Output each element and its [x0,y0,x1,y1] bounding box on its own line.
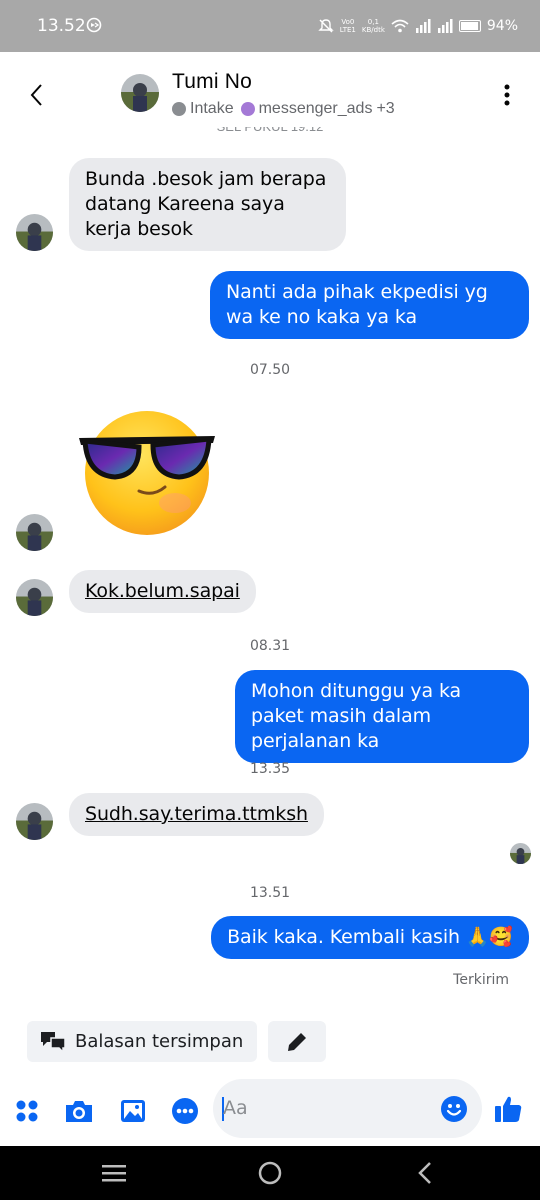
avatar-photo [16,803,53,840]
edit-button[interactable] [268,1021,326,1062]
pencil-icon [288,1032,306,1051]
contact-name[interactable]: Tumi No [172,70,252,94]
network-line1: Vo0 [341,18,355,26]
message-text[interactable]: Sudh.say.terima.ttmksh [85,803,308,825]
message-outgoing[interactable]: Mohon ditunggu ya ka paket masih dalam p… [235,670,529,763]
avatar-photo [510,843,531,864]
gallery-button[interactable] [118,1096,148,1126]
sync-icon [86,17,102,33]
avatar-photo [16,214,53,251]
sender-avatar[interactable] [16,214,53,251]
avatar-photo [16,579,53,616]
camera-icon [66,1101,92,1122]
message-text: Mohon ditunggu ya ka paket masih dalam p… [251,680,462,752]
sunglasses-emoji-sticker[interactable] [77,403,217,538]
tag-messenger-ads: messenger_ads [258,100,373,117]
avatar-photo [121,74,159,112]
network-speed: 0,1 KB/dtk [362,18,385,34]
status-time: 13.52 [37,16,86,36]
sender-avatar[interactable] [16,803,53,840]
timestamp: 13.51 [249,885,291,901]
wifi-icon [391,19,409,33]
message-incoming[interactable]: Kok.belum.sapai [69,570,256,613]
tag-dot-ads [240,102,255,116]
status-bar: 13.52 Vo0 LTE1 0,1 KB/dtk 94% [0,0,540,52]
message-incoming[interactable]: Sudh.say.terima.ttmksh [69,793,324,836]
timestamp-old: SEL PUKUL 19.12 [0,127,540,135]
message-text: Bunda .besok jam berapa datang Kareena s… [85,168,327,240]
speed-value: 0,1 [367,18,379,26]
composer-bar [0,1076,540,1146]
home-button[interactable] [256,1160,284,1186]
label-tags[interactable]: Intake messenger_ads +3 [172,100,395,118]
image-icon [121,1100,145,1122]
seen-indicator-avatar [510,843,531,864]
saved-replies-button[interactable]: Balasan tersimpan [27,1021,257,1062]
like-button[interactable] [493,1094,523,1124]
message-outgoing[interactable]: Baik kaka. Kembali kasih 🙏🥰 [211,916,529,959]
timestamp: 13.35 [249,761,291,777]
back-button[interactable] [22,80,52,110]
message-input-container[interactable] [213,1079,482,1138]
recent-apps-button[interactable] [100,1160,128,1186]
timestamp: 07.50 [249,362,291,378]
mute-icon [318,19,334,33]
emoji-icon[interactable] [440,1095,468,1123]
battery-percent: 94% [486,18,518,34]
sender-avatar[interactable] [16,579,53,616]
tag-dot-intake [172,102,186,116]
network-type: Vo0 LTE1 [340,18,356,34]
system-back-button[interactable] [412,1160,440,1186]
chat-dots-icon [172,1098,198,1124]
avatar[interactable] [121,74,159,112]
saved-replies-label: Balasan tersimpan [75,1031,244,1052]
sent-status: Terkirim [453,972,509,988]
avatar-photo [16,514,53,551]
speed-unit: KB/dtk [361,26,385,34]
message-incoming[interactable]: Bunda .besok jam berapa datang Kareena s… [69,158,346,251]
message-outgoing[interactable]: Nanti ada pihak ekpedisi yg wa ke no kak… [210,271,529,339]
apps-button[interactable] [12,1096,42,1126]
more-tags-count: +3 [376,100,395,117]
message-text: Nanti ada pihak ekpedisi yg wa ke no kak… [226,281,488,328]
four-dots-icon [16,1100,38,1122]
message-input[interactable] [223,1090,423,1126]
tag-intake: Intake [190,100,234,117]
signal-icon-1 [415,19,431,33]
conversation-header: Tumi No Intake messenger_ads +3 [0,52,540,132]
more-options-icon[interactable] [504,84,510,106]
chat-bubbles-icon [41,1031,66,1054]
system-navigation-bar [0,1146,540,1200]
network-line2: LTE1 [339,26,356,34]
thumbs-up-icon [495,1096,522,1122]
message-text: Baik kaka. Kembali kasih 🙏🥰 [227,926,513,948]
timestamp: 08.31 [249,638,291,654]
status-icons: Vo0 LTE1 0,1 KB/dtk 94% [318,14,518,38]
sender-avatar[interactable] [16,514,53,551]
camera-button[interactable] [64,1096,94,1126]
more-actions-button[interactable] [170,1096,200,1126]
battery-icon [458,20,481,32]
signal-icon-2 [437,19,453,33]
message-text[interactable]: Kok.belum.sapai [85,580,240,602]
